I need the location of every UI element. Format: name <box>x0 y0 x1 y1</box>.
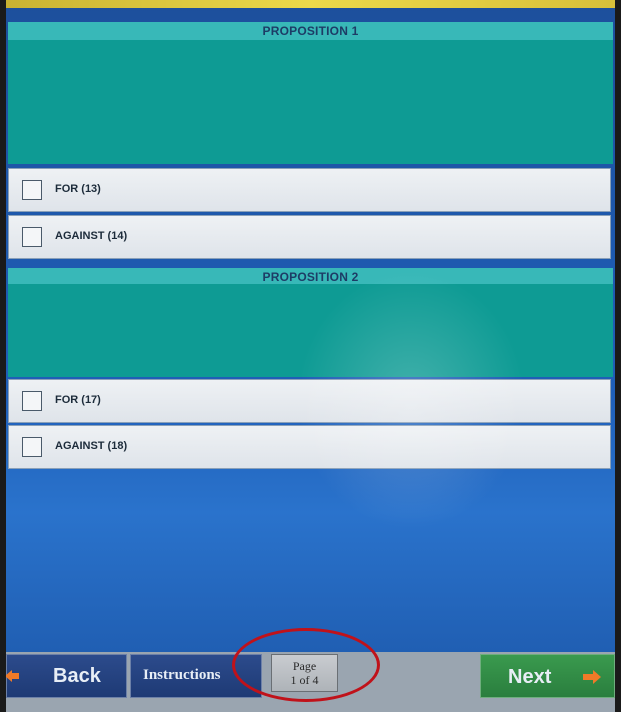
checkbox[interactable] <box>22 227 42 247</box>
arrow-left-icon <box>6 670 19 682</box>
proposition-2-option-for[interactable]: FOR (17) <box>8 379 611 423</box>
page-count: 1 of 4 <box>290 673 319 687</box>
top-strip <box>6 0 615 8</box>
option-label: AGAINST (14) <box>55 230 128 242</box>
proposition-2-body <box>8 284 613 377</box>
back-button[interactable]: Back <box>6 654 127 698</box>
proposition-1-body <box>8 40 613 164</box>
next-button[interactable]: Next <box>480 654 615 698</box>
proposition-1-option-against[interactable]: AGAINST (14) <box>8 215 611 259</box>
proposition-2-option-against[interactable]: AGAINST (18) <box>8 425 611 469</box>
page-indicator: Page 1 of 4 <box>271 654 338 692</box>
page-label: Page <box>292 659 317 673</box>
proposition-1-option-for[interactable]: FOR (13) <box>8 168 611 212</box>
checkbox[interactable] <box>22 180 42 200</box>
back-label: Back <box>53 665 101 687</box>
instructions-label: Instructions <box>143 667 221 683</box>
option-label: AGAINST (18) <box>55 440 128 452</box>
proposition-1-header: PROPOSITION 1 <box>8 22 613 40</box>
checkbox[interactable] <box>22 437 42 457</box>
voting-screen: PROPOSITION 1 FOR (13) AGAINST (14) PROP… <box>6 0 615 712</box>
instructions-button[interactable]: Instructions <box>130 654 262 698</box>
arrow-right-icon <box>583 670 601 684</box>
option-label: FOR (13) <box>55 183 101 195</box>
checkbox[interactable] <box>22 391 42 411</box>
option-label: FOR (17) <box>55 394 101 406</box>
next-label: Next <box>508 666 552 688</box>
